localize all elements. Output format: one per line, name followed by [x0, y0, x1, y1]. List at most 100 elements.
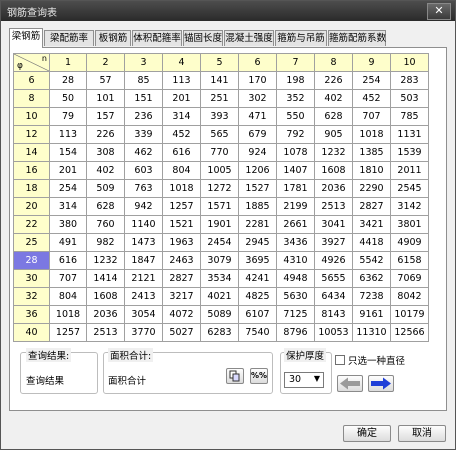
table-cell[interactable]: 402	[86, 161, 125, 180]
table-cell[interactable]: 770	[200, 143, 239, 162]
copy-button[interactable]	[226, 368, 244, 384]
table-row[interactable]: 6 28 57 85 113 141 170 198 226 254 283	[13, 71, 429, 90]
table-cell[interactable]: 198	[276, 71, 315, 90]
table-cell[interactable]: 4072	[162, 305, 201, 324]
row-header-diameter[interactable]: 10	[13, 107, 50, 126]
row-header-diameter[interactable]: 14	[13, 143, 50, 162]
tab-4[interactable]: 锚固长度	[183, 30, 223, 46]
table-cell[interactable]: 1206	[238, 161, 277, 180]
table-cell[interactable]: 79	[49, 107, 87, 126]
table-cell[interactable]: 2945	[238, 233, 277, 252]
table-cell[interactable]: 201	[49, 161, 87, 180]
ok-button[interactable]: 确定	[343, 425, 391, 442]
row-header-diameter[interactable]: 22	[13, 215, 50, 234]
table-cell[interactable]: 2290	[352, 179, 391, 198]
table-row[interactable]: 16 201 402 603 804 1005 1206 1407 1608 1810 2011	[13, 161, 429, 180]
table-cell[interactable]: 6434	[314, 287, 353, 306]
table-cell[interactable]: 1608	[86, 287, 125, 306]
table-cell[interactable]: 1232	[86, 251, 125, 270]
single-diameter-checkbox[interactable]	[335, 355, 345, 365]
table-cell[interactable]: 9161	[352, 305, 391, 324]
table-cell[interactable]: 302	[238, 89, 277, 108]
table-cell[interactable]: 462	[124, 143, 163, 162]
table-cell[interactable]: 2454	[200, 233, 239, 252]
table-cell[interactable]: 1571	[200, 197, 239, 216]
row-header-diameter[interactable]: 8	[13, 89, 50, 108]
cover-select[interactable]: 30 ▼	[284, 372, 324, 388]
tab-0[interactable]: 梁钢筋	[9, 28, 43, 48]
row-header-diameter[interactable]: 36	[13, 305, 50, 324]
table-cell[interactable]: 1140	[124, 215, 163, 234]
table-cell[interactable]: 509	[86, 179, 125, 198]
table-cell[interactable]: 254	[352, 71, 391, 90]
table-cell[interactable]: 4948	[276, 269, 315, 288]
table-row[interactable]: 10 79 157 236 314 393 471 550 628 707 785	[13, 107, 429, 126]
table-cell[interactable]: 8042	[390, 287, 429, 306]
table-cell[interactable]: 2281	[238, 215, 277, 234]
row-header-diameter[interactable]: 18	[13, 179, 50, 198]
row-header-diameter[interactable]: 28	[13, 251, 50, 270]
table-cell[interactable]: 2513	[86, 323, 125, 342]
table-cell[interactable]: 1407	[276, 161, 315, 180]
table-cell[interactable]: 905	[314, 125, 353, 144]
table-row[interactable]: 28 616 1232 1847 2463 3079 3695 4310 4926 5542 615…	[13, 251, 429, 270]
table-cell[interactable]: 226	[314, 71, 353, 90]
table-cell[interactable]: 308	[86, 143, 125, 162]
tab-7[interactable]: 箍筋配筋系数	[328, 30, 386, 46]
table-cell[interactable]: 3421	[352, 215, 391, 234]
table-cell[interactable]: 1527	[238, 179, 277, 198]
table-cell[interactable]: 707	[352, 107, 391, 126]
table-cell[interactable]: 201	[162, 89, 201, 108]
table-row[interactable]: 40 1257 2513 3770 5027 6283 7540 8796 10053 11310…	[13, 323, 429, 342]
table-row[interactable]: 18 254 509 763 1018 1272 1527 1781 2036 2290 2545	[13, 179, 429, 198]
table-cell[interactable]: 707	[49, 269, 87, 288]
table-cell[interactable]: 8796	[276, 323, 315, 342]
table-cell[interactable]: 603	[124, 161, 163, 180]
table-cell[interactable]: 5027	[162, 323, 201, 342]
table-cell[interactable]: 1608	[314, 161, 353, 180]
table-cell[interactable]: 4825	[238, 287, 277, 306]
table-cell[interactable]: 2661	[276, 215, 315, 234]
table-cell[interactable]: 1018	[49, 305, 87, 324]
table-cell[interactable]: 3927	[314, 233, 353, 252]
table-cell[interactable]: 3217	[162, 287, 201, 306]
table-cell[interactable]: 3041	[314, 215, 353, 234]
table-cell[interactable]: 503	[390, 89, 429, 108]
table-cell[interactable]: 4310	[276, 251, 315, 270]
table-cell[interactable]: 4926	[314, 251, 353, 270]
percent-button[interactable]: %%	[250, 368, 268, 384]
table-cell[interactable]: 452	[162, 125, 201, 144]
table-row[interactable]: 36 1018 2036 3054 4072 5089 6107 7125 8143 9161 10…	[13, 305, 429, 324]
table-cell[interactable]: 1078	[276, 143, 315, 162]
table-cell[interactable]: 3079	[200, 251, 239, 270]
table-cell[interactable]: 101	[86, 89, 125, 108]
table-row[interactable]: 14 154 308 462 616 770 924 1078 1232 1385 1539	[13, 143, 429, 162]
table-cell[interactable]: 6283	[200, 323, 239, 342]
table-cell[interactable]: 792	[276, 125, 315, 144]
table-cell[interactable]: 141	[200, 71, 239, 90]
table-cell[interactable]: 1005	[200, 161, 239, 180]
table-cell[interactable]: 1521	[162, 215, 201, 234]
table-cell[interactable]: 3534	[200, 269, 239, 288]
table-cell[interactable]: 5542	[352, 251, 391, 270]
row-header-diameter[interactable]: 12	[13, 125, 50, 144]
table-cell[interactable]: 2199	[276, 197, 315, 216]
table-cell[interactable]: 380	[49, 215, 87, 234]
table-cell[interactable]: 763	[124, 179, 163, 198]
table-cell[interactable]: 1847	[124, 251, 163, 270]
table-cell[interactable]: 283	[390, 71, 429, 90]
table-cell[interactable]: 760	[86, 215, 125, 234]
table-cell[interactable]: 2513	[314, 197, 353, 216]
table-row[interactable]: 22 380 760 1140 1521 1901 2281 2661 3041 3421 3801	[13, 215, 429, 234]
table-cell[interactable]: 7238	[352, 287, 391, 306]
table-cell[interactable]: 1131	[390, 125, 429, 144]
table-cell[interactable]: 154	[49, 143, 87, 162]
row-header-diameter[interactable]: 6	[13, 71, 50, 90]
table-cell[interactable]: 565	[200, 125, 239, 144]
row-header-diameter[interactable]: 40	[13, 323, 50, 342]
table-cell[interactable]: 4418	[352, 233, 391, 252]
table-cell[interactable]: 314	[49, 197, 87, 216]
table-cell[interactable]: 113	[49, 125, 87, 144]
table-cell[interactable]: 982	[86, 233, 125, 252]
table-cell[interactable]: 2036	[314, 179, 353, 198]
